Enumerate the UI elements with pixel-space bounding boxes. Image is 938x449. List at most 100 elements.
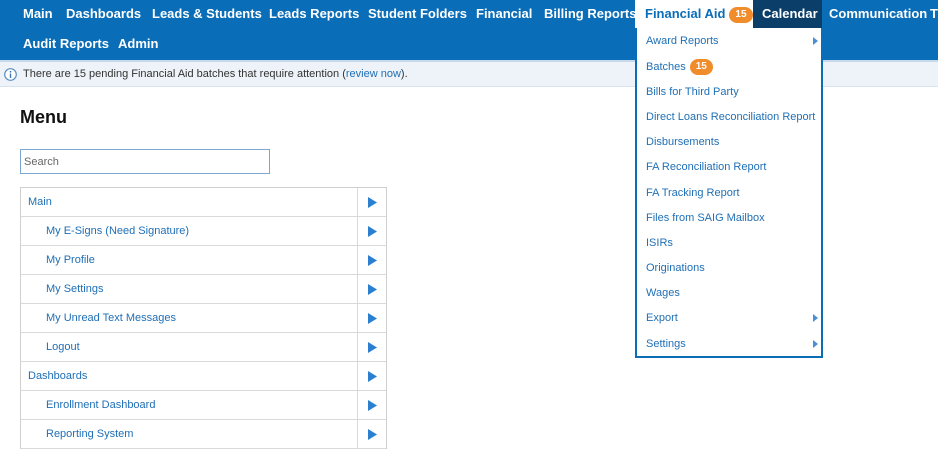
financial-aid-dropdown: Award Reports Batches 15 Bills for Third … bbox=[635, 28, 823, 358]
menu-row-main: Main bbox=[21, 188, 386, 217]
menu-row-label[interactable]: Enrollment Dashboard bbox=[46, 391, 155, 419]
dd-bills-third-party-label: Bills for Third Party bbox=[646, 86, 739, 98]
submenu-caret-icon bbox=[813, 314, 818, 322]
menu-row-label[interactable]: Reporting System bbox=[46, 420, 133, 448]
expand-arrow-button[interactable] bbox=[357, 246, 386, 274]
nav-financial-aid[interactable]: Financial Aid 15 bbox=[635, 0, 753, 28]
nav-billing-reports-label: Billing Reports bbox=[544, 6, 637, 21]
review-now-link[interactable]: review now bbox=[346, 68, 401, 80]
menu-row-enrollment-dashboard: Enrollment Dashboard bbox=[21, 391, 386, 420]
info-icon bbox=[4, 68, 17, 81]
menu-title: Menu bbox=[20, 107, 67, 127]
nav-financial-label: Financial bbox=[476, 6, 533, 21]
submenu-caret-icon bbox=[813, 340, 818, 348]
dd-batches-label: Batches bbox=[646, 61, 686, 73]
nav-truncated[interactable]: T bbox=[926, 0, 938, 28]
dd-fa-tracking[interactable]: FA Tracking Report bbox=[646, 185, 740, 201]
menu-row-label[interactable]: Logout bbox=[46, 333, 80, 361]
nav-communication-label: Communication bbox=[829, 6, 928, 21]
dd-batches-badge: 15 bbox=[689, 59, 713, 75]
dd-isirs-label: ISIRs bbox=[646, 237, 673, 249]
menu-row-dashboards: Dashboards bbox=[21, 362, 386, 391]
dd-award-reports[interactable]: Award Reports bbox=[646, 33, 820, 49]
menu-row-label[interactable]: My Settings bbox=[46, 275, 103, 303]
dd-saig-mailbox[interactable]: Files from SAIG Mailbox bbox=[646, 210, 765, 226]
menu-row-my-esigns: My E-Signs (Need Signature) bbox=[21, 217, 386, 246]
play-arrow-icon bbox=[368, 255, 377, 266]
dd-settings-label: Settings bbox=[646, 338, 686, 350]
dd-bills-third-party[interactable]: Bills for Third Party bbox=[646, 84, 739, 100]
alert-text-after: ). bbox=[400, 68, 408, 80]
dd-award-reports-label: Award Reports bbox=[646, 35, 719, 47]
dd-originations-label: Originations bbox=[646, 262, 705, 274]
nav-main-label: Main bbox=[23, 6, 53, 21]
dd-wages-label: Wages bbox=[646, 287, 680, 299]
nav-financial[interactable]: Financial bbox=[468, 0, 540, 28]
expand-arrow-button[interactable] bbox=[357, 362, 386, 390]
dd-wages[interactable]: Wages bbox=[646, 285, 680, 301]
play-arrow-icon bbox=[368, 429, 377, 440]
nav-financial-aid-badge: 15 bbox=[729, 7, 753, 23]
nav-dashboards[interactable]: Dashboards bbox=[58, 0, 149, 28]
nav-audit-reports-label: Audit Reports bbox=[23, 36, 109, 51]
dd-fa-reconciliation[interactable]: FA Reconciliation Report bbox=[646, 159, 766, 175]
play-arrow-icon bbox=[368, 313, 377, 324]
nav-communication[interactable]: Communication bbox=[821, 0, 935, 28]
expand-arrow-button[interactable] bbox=[357, 188, 386, 216]
nav-leads-reports[interactable]: Leads Reports bbox=[261, 0, 367, 28]
menu-row-label[interactable]: My Unread Text Messages bbox=[46, 304, 176, 332]
play-arrow-icon bbox=[368, 342, 377, 353]
nav-billing-reports[interactable]: Billing Reports bbox=[536, 0, 644, 28]
nav-student-folders[interactable]: Student Folders bbox=[360, 0, 475, 28]
dd-direct-loans-label: Direct Loans Reconciliation Report bbox=[646, 111, 816, 123]
nav-admin-label: Admin bbox=[118, 36, 159, 51]
play-arrow-icon bbox=[368, 371, 377, 382]
menu-row-label[interactable]: My E-Signs (Need Signature) bbox=[46, 217, 189, 245]
menu-row-unread-texts: My Unread Text Messages bbox=[21, 304, 386, 333]
menu-row-label[interactable]: My Profile bbox=[46, 246, 95, 274]
nav-calendar-label: Calendar bbox=[762, 6, 818, 21]
expand-arrow-button[interactable] bbox=[357, 275, 386, 303]
dd-batches[interactable]: Batches 15 bbox=[646, 59, 713, 75]
menu-row-logout: Logout bbox=[21, 333, 386, 362]
play-arrow-icon bbox=[368, 197, 377, 208]
menu-search-input[interactable] bbox=[20, 149, 270, 174]
dd-disbursements-label: Disbursements bbox=[646, 136, 720, 148]
dd-export[interactable]: Export bbox=[646, 310, 820, 326]
nav-student-folders-label: Student Folders bbox=[368, 6, 467, 21]
dd-export-label: Export bbox=[646, 312, 678, 324]
dd-direct-loans-reconciliation[interactable]: Direct Loans Reconciliation Report bbox=[646, 109, 815, 125]
alert-text-before: There are 15 pending Financial Aid batch… bbox=[23, 68, 346, 80]
expand-arrow-button[interactable] bbox=[357, 217, 386, 245]
menu-row-label[interactable]: Dashboards bbox=[28, 362, 87, 390]
nav-dashboards-label: Dashboards bbox=[66, 6, 142, 21]
expand-arrow-button[interactable] bbox=[357, 391, 386, 419]
nav-leads-students[interactable]: Leads & Students bbox=[144, 0, 270, 28]
nav-main[interactable]: Main bbox=[15, 0, 61, 28]
menu-list: Main My E-Signs (Need Signature) My Prof… bbox=[20, 187, 387, 449]
dd-fa-reconciliation-label: FA Reconciliation Report bbox=[646, 161, 767, 173]
nav-financial-aid-label: Financial Aid bbox=[645, 6, 726, 21]
dd-disbursements[interactable]: Disbursements bbox=[646, 134, 719, 150]
nav-leads-reports-label: Leads Reports bbox=[269, 6, 360, 21]
nav-leads-students-label: Leads & Students bbox=[152, 6, 262, 21]
nav-truncated-label: T bbox=[930, 6, 938, 21]
dd-saig-mailbox-label: Files from SAIG Mailbox bbox=[646, 212, 765, 224]
menu-row-my-profile: My Profile bbox=[21, 246, 386, 275]
nav-audit-reports[interactable]: Audit Reports bbox=[15, 30, 117, 58]
submenu-caret-icon bbox=[813, 37, 818, 45]
dd-isirs[interactable]: ISIRs bbox=[646, 235, 673, 251]
dd-originations[interactable]: Originations bbox=[646, 260, 705, 276]
play-arrow-icon bbox=[368, 226, 377, 237]
dd-settings[interactable]: Settings bbox=[646, 336, 820, 352]
expand-arrow-button[interactable] bbox=[357, 304, 386, 332]
menu-row-label[interactable]: Main bbox=[28, 188, 52, 216]
dd-fa-tracking-label: FA Tracking Report bbox=[646, 187, 740, 199]
expand-arrow-button[interactable] bbox=[357, 420, 386, 448]
play-arrow-icon bbox=[368, 284, 377, 295]
nav-calendar[interactable]: Calendar bbox=[753, 0, 822, 28]
menu-row-reporting-system: Reporting System bbox=[21, 420, 386, 449]
menu-row-my-settings: My Settings bbox=[21, 275, 386, 304]
expand-arrow-button[interactable] bbox=[357, 333, 386, 361]
nav-admin[interactable]: Admin bbox=[110, 30, 166, 58]
